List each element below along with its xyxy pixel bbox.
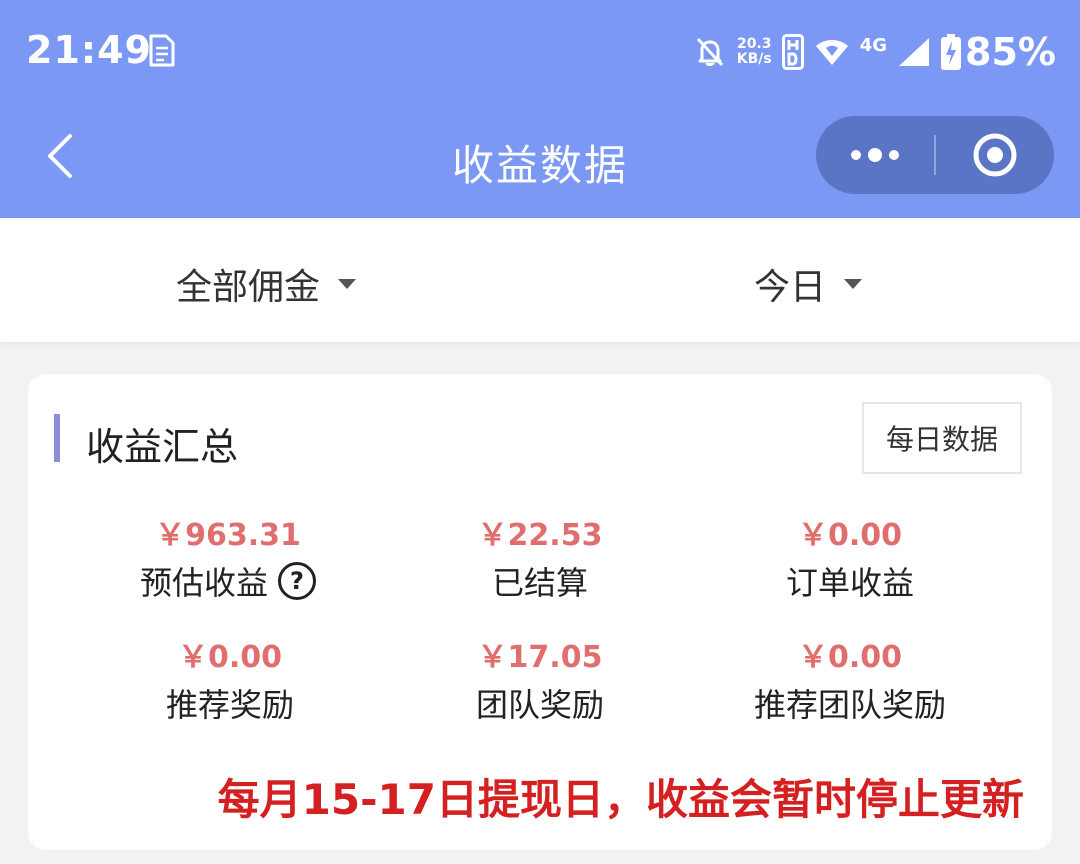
stat-referral-team-reward: ￥0.00 推荐团队奖励 <box>700 638 1000 726</box>
stat-value: ￥0.00 <box>797 518 903 553</box>
daily-data-button[interactable]: 每日数据 <box>862 402 1022 474</box>
stat-value: ￥22.53 <box>477 518 603 553</box>
bell-muted-icon <box>696 37 723 67</box>
filter-bar: 全部佣金 今日 <box>0 218 1080 342</box>
stat-value: ￥963.31 <box>155 518 301 553</box>
stat-order-earnings: ￥0.00 订单收益 <box>700 516 1000 604</box>
stat-settled: ￥22.53 已结算 <box>390 516 690 604</box>
network-speed-unit: KB/s <box>736 51 772 67</box>
commission-filter-dropdown[interactable]: 全部佣金 <box>176 258 357 310</box>
stat-value: ￥17.05 <box>477 640 603 675</box>
network-speed: 20.3 KB/s <box>737 37 772 67</box>
title-bar: 收益数据 <box>0 104 1080 218</box>
status-time: 21:49 <box>26 28 152 72</box>
stat-label: 预估收益 <box>139 564 268 602</box>
stat-label: 推荐奖励 <box>165 686 294 724</box>
help-icon[interactable]: ? <box>278 562 316 600</box>
stat-label: 订单收益 <box>785 564 914 602</box>
wifi-icon <box>815 40 848 65</box>
stat-label: 推荐团队奖励 <box>753 686 946 724</box>
date-filter-dropdown[interactable]: 今日 <box>754 258 863 310</box>
earnings-summary-card: 收益汇总 每日数据 ￥963.31 预估收益 ? ￥22.53 已结算 ￥0.0… <box>28 374 1052 850</box>
summary-title: 收益汇总 <box>86 425 239 469</box>
stat-referral-reward: ￥0.00 推荐奖励 <box>80 638 380 726</box>
close-miniprogram-button[interactable] <box>936 116 1054 194</box>
document-notification-icon <box>149 34 175 67</box>
commission-filter-label: 全部佣金 <box>176 267 321 308</box>
miniprogram-capsule <box>816 116 1054 194</box>
target-circle-icon <box>973 133 1017 177</box>
date-filter-label: 今日 <box>754 267 827 308</box>
network-speed-value: 20.3 <box>736 36 772 52</box>
withdrawal-notice: 每月15-17日提现日，收益会暂时停止更新 <box>217 775 1024 824</box>
caret-down-icon <box>338 279 357 289</box>
section-accent-bar <box>54 414 60 462</box>
caret-down-icon <box>844 279 863 289</box>
stat-label: 已结算 <box>491 564 588 602</box>
stat-estimated-earnings: ￥963.31 预估收益 ? <box>78 516 378 604</box>
status-bar: 21:49 20.3 KB/s 4G 85% <box>0 0 1080 104</box>
more-options-button[interactable] <box>816 116 934 194</box>
battery-charging-icon <box>941 34 962 70</box>
stat-value: ￥0.00 <box>797 640 903 675</box>
stat-label-row: 预估收益 ? <box>78 558 378 604</box>
battery-percentage: 85% <box>965 30 1056 74</box>
signal-icon <box>899 38 930 66</box>
stat-team-reward: ￥17.05 团队奖励 <box>390 638 690 726</box>
stat-label: 团队奖励 <box>475 686 604 724</box>
stat-value: ￥0.00 <box>177 640 283 675</box>
more-dots-icon <box>851 148 899 162</box>
hd-icon <box>781 34 804 70</box>
network-type: 4G <box>859 34 888 56</box>
status-indicators: 20.3 KB/s 4G 85% <box>683 26 1056 78</box>
